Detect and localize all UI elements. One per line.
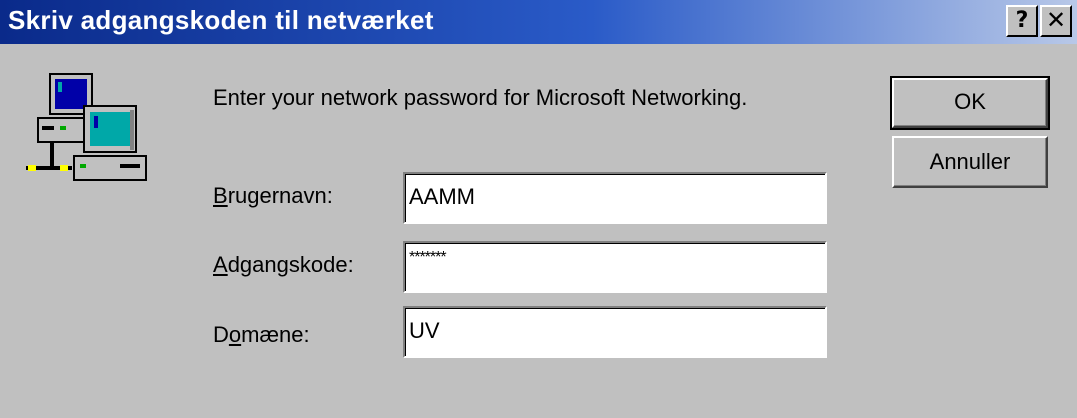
ok-button[interactable]: OK (890, 76, 1050, 130)
instruction-text: Enter your network password for Microsof… (213, 85, 748, 110)
cancel-button[interactable]: Annuller (892, 136, 1048, 188)
password-label: Adgangskode: (213, 252, 354, 277)
window-title: Skriv adgangskoden til netværket (8, 5, 434, 35)
help-button[interactable]: ? (1006, 5, 1038, 37)
password-dialog: Skriv adgangskoden til netværket ? ✕ Ent… (0, 0, 1077, 418)
domain-field[interactable]: UV (403, 306, 827, 358)
password-value: ******* (409, 249, 447, 266)
network-computers-icon (26, 73, 147, 181)
domain-label: Domæne: (213, 322, 310, 347)
close-button[interactable]: ✕ (1040, 5, 1072, 37)
title-bar[interactable]: Skriv adgangskoden til netværket ? ✕ (0, 0, 1077, 44)
domain-value: UV (409, 318, 440, 343)
help-icon: ? (1015, 8, 1029, 33)
username-label: Brugernavn: (213, 183, 333, 208)
close-icon: ✕ (1045, 6, 1067, 34)
username-value: AAMM (409, 184, 475, 209)
username-field[interactable]: AAMM (403, 172, 827, 224)
password-field[interactable]: ******* (403, 241, 827, 293)
